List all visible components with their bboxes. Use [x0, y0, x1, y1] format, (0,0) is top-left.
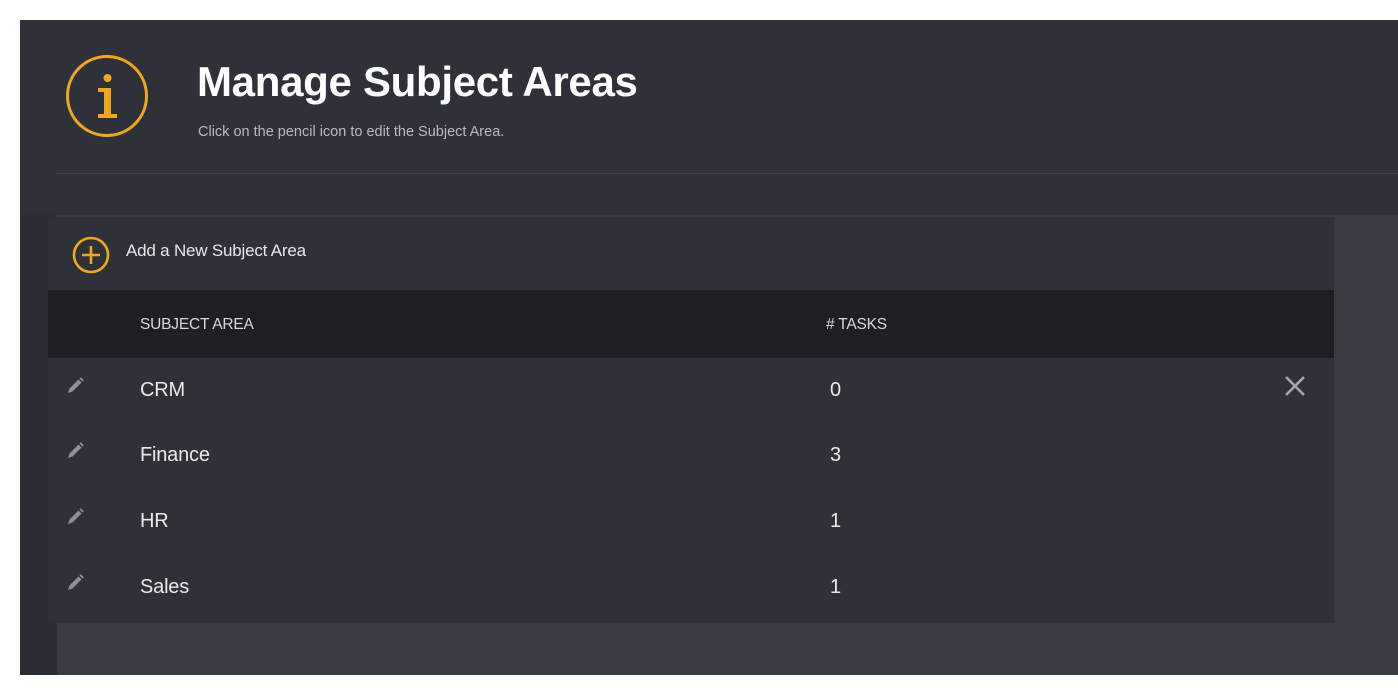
subject-area-name: CRM — [140, 379, 185, 401]
subject-area-name: Sales — [140, 576, 190, 598]
add-subject-area-label: Add a New Subject Area — [126, 241, 306, 260]
table-header: SUBJECT AREA # TASKS — [48, 290, 1334, 358]
table-row: Sales 1 — [48, 555, 1334, 620]
task-count: 0 — [830, 379, 842, 401]
pencil-icon[interactable] — [64, 375, 86, 397]
page-subtitle: Click on the pencil icon to edit the Sub… — [198, 124, 505, 140]
subject-areas-panel: Add a New Subject Area SUBJECT AREA # TA… — [48, 217, 1334, 623]
close-icon[interactable] — [1284, 375, 1306, 397]
table-row: Finance 3 — [48, 423, 1334, 488]
column-header-tasks[interactable]: # TASKS — [826, 316, 887, 334]
header-divider — [57, 173, 1398, 174]
table-row: CRM 0 — [48, 358, 1334, 423]
info-icon — [65, 54, 149, 138]
task-count: 1 — [830, 510, 842, 532]
add-subject-area-button[interactable]: Add a New Subject Area — [48, 217, 1334, 290]
pencil-icon[interactable] — [64, 506, 86, 528]
task-count: 3 — [830, 444, 842, 466]
table-row: HR 1 — [48, 489, 1334, 554]
pencil-icon[interactable] — [64, 572, 86, 594]
subject-area-name: Finance — [140, 444, 210, 466]
page-header: Manage Subject Areas Click on the pencil… — [20, 20, 1398, 215]
task-count: 1 — [830, 576, 842, 598]
column-header-subject-area[interactable]: SUBJECT AREA — [140, 316, 254, 334]
subject-area-name: HR — [140, 510, 169, 532]
page-title: Manage Subject Areas — [197, 58, 638, 105]
pencil-icon[interactable] — [64, 440, 86, 462]
plus-circle-icon — [71, 235, 111, 275]
